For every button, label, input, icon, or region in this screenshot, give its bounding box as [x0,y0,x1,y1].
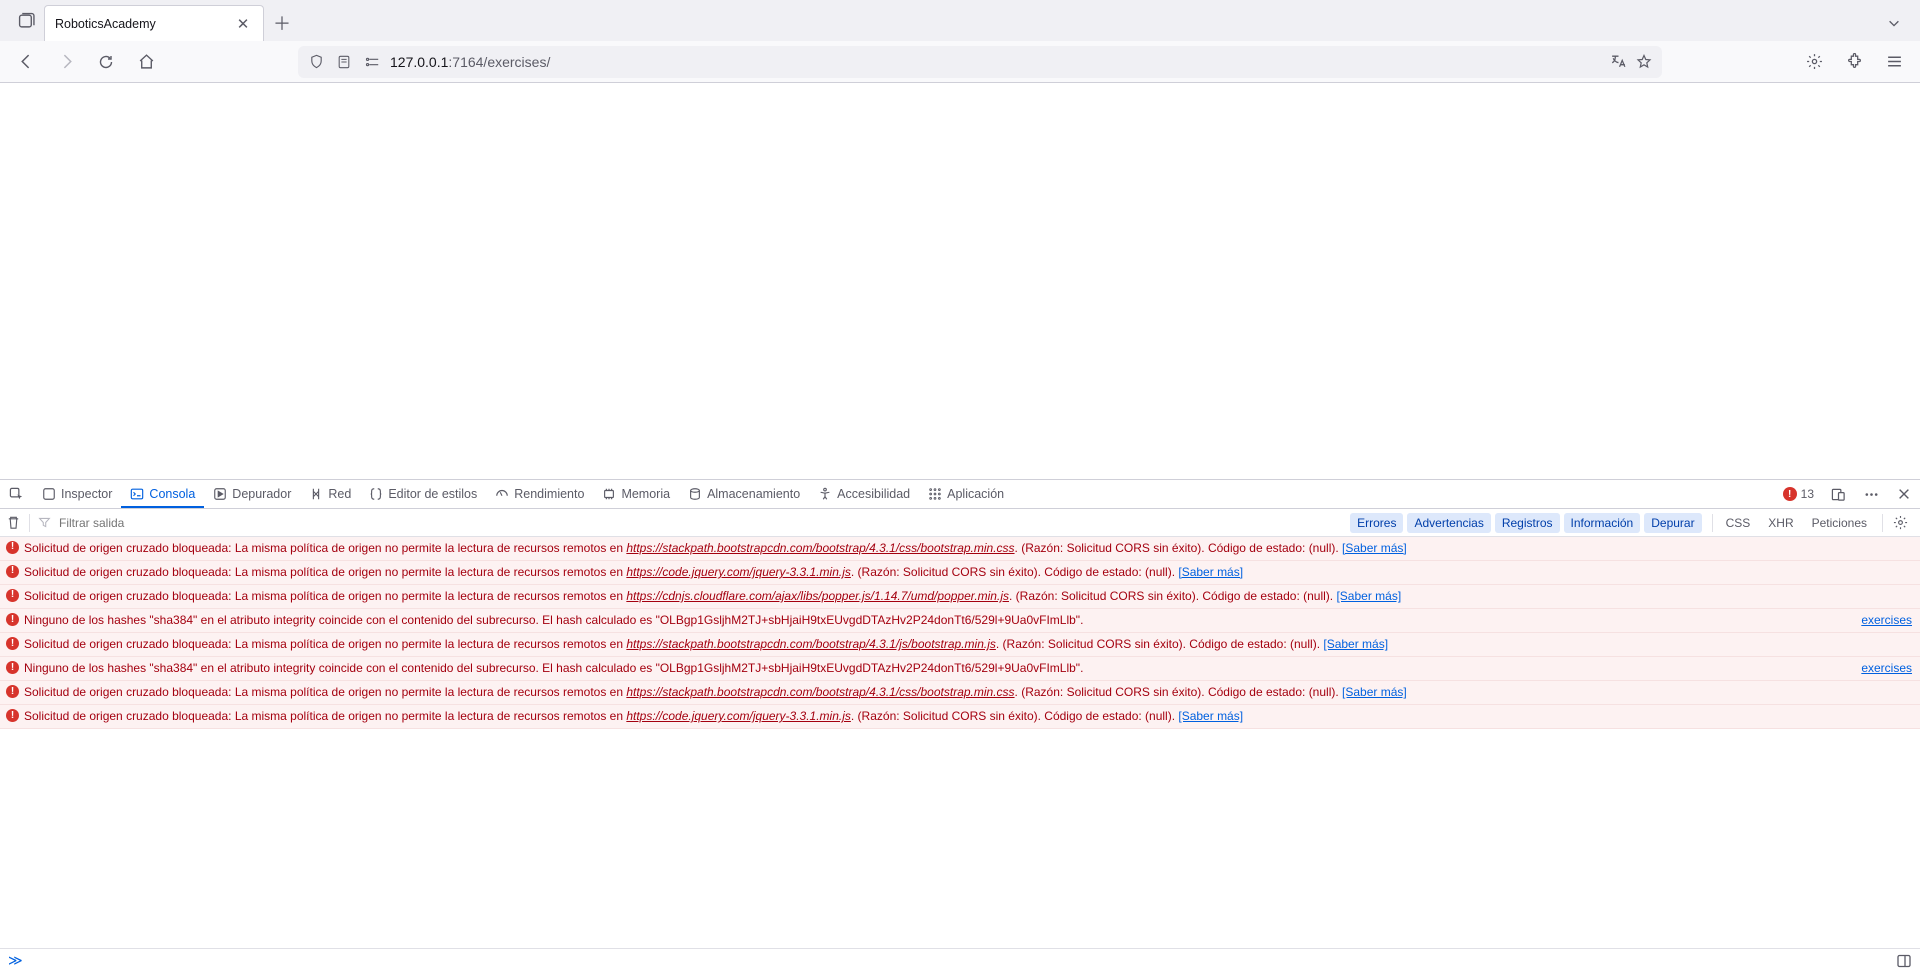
split-console-icon[interactable] [1896,953,1912,969]
message-body: Ninguno de los hashes "sha384" en el atr… [24,612,1849,629]
filter-xhr[interactable]: XHR [1761,513,1800,533]
devtools-menu-icon[interactable] [1855,487,1888,502]
settings-gear-icon[interactable] [1796,46,1832,78]
learn-more-link[interactable]: [Saber más] [1342,541,1407,555]
filter-errores[interactable]: Errores [1350,513,1403,533]
back-button[interactable] [8,46,44,78]
tab-accessibility[interactable]: Accesibilidad [809,480,919,508]
message-body: Solicitud de origen cruzado bloqueada: L… [24,708,1912,725]
tab-application[interactable]: Aplicación [919,480,1013,508]
message-body: Ninguno de los hashes "sha384" en el atr… [24,660,1849,677]
permissions-icon[interactable] [362,52,382,72]
tab-network[interactable]: Red [300,480,360,508]
tab-inspector[interactable]: Inspector [33,480,121,508]
home-button[interactable] [128,46,164,78]
message-body: Solicitud de origen cruzado bloqueada: L… [24,588,1912,605]
filter-peticiones[interactable]: Peticiones [1805,513,1874,533]
source-link[interactable]: exercises [1861,613,1912,627]
shield-icon[interactable] [306,52,326,72]
message-body: Solicitud de origen cruzado bloqueada: L… [24,684,1912,701]
message-body: Solicitud de origen cruzado bloqueada: L… [24,540,1912,557]
resource-url-link[interactable]: https://code.jquery.com/jquery-3.3.1.min… [626,709,851,723]
console-error-row: !Solicitud de origen cruzado bloqueada: … [0,633,1920,657]
console-output[interactable]: !Solicitud de origen cruzado bloqueada: … [0,537,1920,948]
message-body: Solicitud de origen cruzado bloqueada: L… [24,636,1912,653]
console-error-row: !Ninguno de los hashes "sha384" en el at… [0,609,1920,633]
all-tabs-button[interactable] [1876,5,1912,41]
error-icon: ! [6,588,24,605]
recent-windows-icon[interactable] [8,0,44,41]
page-info-icon[interactable] [334,52,354,72]
console-prompt-icon: ≫ [8,952,23,969]
close-tab-icon[interactable]: ✕ [233,14,253,34]
console-error-row: !Solicitud de origen cruzado bloqueada: … [0,681,1920,705]
element-picker-icon[interactable] [0,480,33,508]
learn-more-link[interactable]: [Saber más] [1178,565,1243,579]
console-error-row: !Solicitud de origen cruzado bloqueada: … [0,585,1920,609]
console-input-bar[interactable]: ≫ [0,948,1920,972]
filter-depurar[interactable]: Depurar [1644,513,1701,533]
error-icon: ! [6,684,24,701]
filter-input[interactable] [59,516,259,530]
error-icon: ! [1783,487,1797,501]
new-tab-button[interactable]: ＋ [264,5,300,41]
console-error-row: !Solicitud de origen cruzado bloqueada: … [0,561,1920,585]
learn-more-link[interactable]: [Saber más] [1178,709,1243,723]
learn-more-link[interactable]: [Saber más] [1323,637,1388,651]
resource-url-link[interactable]: https://stackpath.bootstrapcdn.com/boots… [626,685,1014,699]
error-icon: ! [6,660,24,677]
tab-storage[interactable]: Almacenamiento [679,480,809,508]
translate-icon[interactable] [1608,52,1628,72]
error-icon: ! [6,540,24,557]
resource-url-link[interactable]: https://cdnjs.cloudflare.com/ajax/libs/p… [626,589,1009,603]
console-error-row: !Solicitud de origen cruzado bloqueada: … [0,537,1920,561]
error-icon: ! [6,636,24,653]
console-error-row: !Ninguno de los hashes "sha384" en el at… [0,657,1920,681]
resource-url-link[interactable]: https://code.jquery.com/jquery-3.3.1.min… [626,565,851,579]
devtools-close-icon[interactable] [1888,487,1920,501]
devtools-tabs: Inspector Consola Depurador Red Editor d… [0,480,1920,509]
console-filter-bar: Errores Advertencias Registros Informaci… [0,509,1920,537]
url-text: 127.0.0.1:7164/exercises/ [390,54,550,70]
tab-strip: RoboticsAcademy ✕ ＋ [0,0,1920,41]
devtools-panel: Inspector Consola Depurador Red Editor d… [0,479,1920,972]
learn-more-link[interactable]: [Saber más] [1336,589,1401,603]
navigation-toolbar: 127.0.0.1:7164/exercises/ [0,41,1920,83]
responsive-mode-icon[interactable] [1822,487,1855,502]
tab-style-editor[interactable]: Editor de estilos [360,480,486,508]
tab-debugger[interactable]: Depurador [204,480,300,508]
filter-informacion[interactable]: Información [1564,513,1641,533]
browser-tab[interactable]: RoboticsAcademy ✕ [44,5,264,41]
extensions-icon[interactable] [1836,46,1872,78]
resource-url-link[interactable]: https://stackpath.bootstrapcdn.com/boots… [626,541,1014,555]
error-icon: ! [6,612,24,629]
page-content-blank [0,83,1920,479]
resource-url-link[interactable]: https://stackpath.bootstrapcdn.com/boots… [626,637,996,651]
error-icon: ! [6,564,24,581]
console-settings-icon[interactable] [1887,515,1914,530]
filter-funnel-icon [38,516,51,529]
console-error-row: !Solicitud de origen cruzado bloqueada: … [0,705,1920,729]
source-link[interactable]: exercises [1861,661,1912,675]
error-icon: ! [6,708,24,725]
filter-css[interactable]: CSS [1719,513,1758,533]
error-count-badge[interactable]: !13 [1775,487,1822,501]
learn-more-link[interactable]: [Saber más] [1342,685,1407,699]
app-menu-icon[interactable] [1876,46,1912,78]
tab-console[interactable]: Consola [121,480,204,508]
bookmark-icon[interactable] [1634,52,1654,72]
reload-button[interactable] [88,46,124,78]
message-source: exercises [1849,660,1912,677]
tab-performance[interactable]: Rendimiento [486,480,593,508]
filter-registros[interactable]: Registros [1495,513,1560,533]
filter-advertencias[interactable]: Advertencias [1407,513,1490,533]
url-bar[interactable]: 127.0.0.1:7164/exercises/ [298,46,1662,78]
tab-title: RoboticsAcademy [55,17,156,31]
clear-console-icon[interactable] [6,515,21,530]
tab-memory[interactable]: Memoria [593,480,679,508]
forward-button [48,46,84,78]
message-source: exercises [1849,612,1912,629]
message-body: Solicitud de origen cruzado bloqueada: L… [24,564,1912,581]
